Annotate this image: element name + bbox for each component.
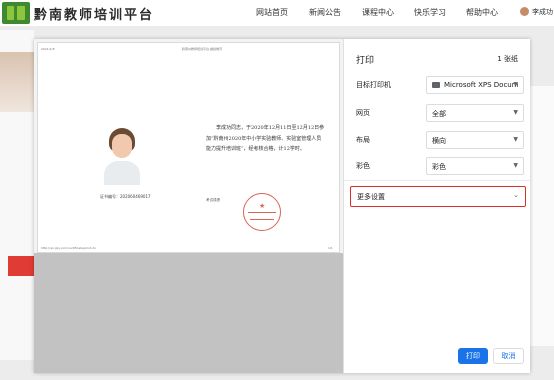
pages-value: 全部 [432, 110, 446, 118]
preview-header-date: 2021/1/8 [41, 47, 55, 51]
preview-empty-area [34, 253, 343, 373]
background-panel [530, 86, 554, 346]
chevron-down-icon: ▼ [513, 136, 518, 143]
destination-select[interactable]: Microsoft XPS Docum ▼ [426, 76, 524, 94]
layout-value: 横向 [432, 137, 446, 145]
chevron-down-icon: ▼ [513, 109, 518, 116]
pages-select[interactable]: 全部 ▼ [426, 104, 524, 122]
chevron-down-icon: ▼ [513, 162, 518, 169]
user-menu[interactable]: 李成功 [520, 6, 554, 20]
printer-icon [432, 82, 440, 88]
preview-header-title: 黔南州教师培训平台-继续教育 [182, 47, 223, 51]
layout-label: 布局 [356, 136, 370, 144]
certificate-id: 证书编号：202060469017 [100, 194, 151, 200]
layout-select[interactable]: 横向 ▼ [426, 131, 524, 149]
certificate-sign-label: 考试成绩 [206, 198, 220, 202]
certificate-photo [100, 125, 144, 185]
print-dialog: 2021/1/8 黔南州教师培训平台-继续教育 证书编号：20206046901… [34, 39, 531, 373]
nav-item-home[interactable]: 网站首页 [256, 7, 288, 18]
preview-footer-url: http://qn.jxjy.com/certificate/print.do [41, 246, 97, 250]
nav-item-courses[interactable]: 课程中心 [362, 7, 394, 18]
color-label: 彩色 [356, 162, 370, 170]
sheet-count: 1 张纸 [497, 55, 518, 63]
print-preview: 2021/1/8 黔南州教师培训平台-继续教育 证书编号：20206046901… [34, 39, 343, 373]
color-value: 彩色 [432, 163, 446, 171]
dialog-title: 打印 [356, 56, 375, 66]
color-select[interactable]: 彩色 ▼ [426, 157, 524, 175]
site-header: 黔南教师培训平台 网站首页 新闻公告 课程中心 快乐学习 帮助中心 李成功 [0, 0, 554, 26]
more-settings-toggle[interactable]: 更多设置 ⌄ [350, 186, 526, 207]
pages-label: 网页 [356, 109, 370, 117]
destination-value: Microsoft XPS Docum [444, 81, 519, 89]
avatar [520, 7, 529, 16]
official-seal-icon: ★ [243, 193, 281, 231]
background-red-banner [8, 256, 34, 276]
background-thumbnail [0, 52, 34, 112]
print-settings-panel: 打印 1 张纸 目标打印机 Microsoft XPS Docum ▼ 网页 全… [343, 39, 531, 373]
divider [344, 180, 531, 181]
print-button[interactable]: 打印 [458, 348, 488, 364]
nav-item-help[interactable]: 帮助中心 [466, 7, 498, 18]
certificate-body-text: 李成功同志，于2020年12月11日至12月12日参加“黔南州2020年中小学实… [206, 125, 325, 152]
nav-item-news[interactable]: 新闻公告 [309, 7, 341, 18]
more-settings-label: 更多设置 [357, 193, 385, 201]
user-name: 李成功 [532, 8, 553, 16]
certificate-id-label: 证书编号： [100, 194, 120, 199]
destination-label: 目标打印机 [356, 81, 391, 89]
certificate-page: 2021/1/8 黔南州教师培训平台-继续教育 证书编号：20206046901… [37, 42, 340, 253]
nav-item-learning[interactable]: 快乐学习 [414, 7, 446, 18]
chevron-down-icon: ▼ [513, 81, 518, 88]
site-logo-icon[interactable] [2, 2, 30, 24]
site-title: 黔南教师培训平台 [34, 8, 155, 23]
cancel-button[interactable]: 取消 [493, 348, 524, 364]
certificate-id-value: 202060469017 [120, 194, 151, 199]
chevron-down-icon: ⌄ [513, 191, 519, 199]
preview-footer-page: 1/1 [328, 246, 333, 250]
